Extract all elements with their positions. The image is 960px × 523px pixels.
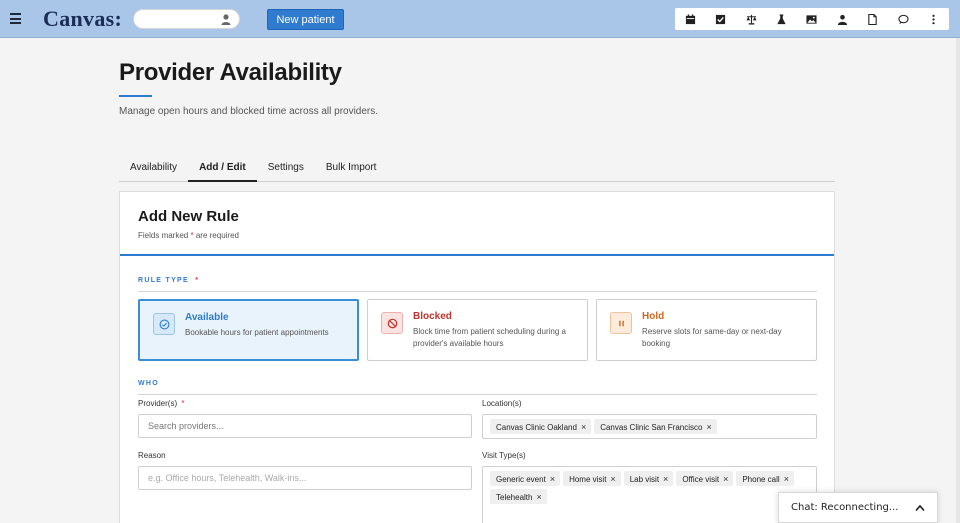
pause-icon (610, 312, 632, 334)
chip-label: Telehealth (496, 492, 533, 502)
required-asterisk: * (190, 231, 194, 240)
image-icon[interactable] (797, 8, 827, 30)
chevron-up-icon[interactable] (915, 504, 925, 512)
rule-type-label: RULE TYPE * (138, 277, 199, 284)
section-divider (138, 291, 817, 292)
scales-icon[interactable] (736, 8, 766, 30)
person-icon[interactable] (827, 8, 857, 30)
visit-type-chip: Office visit × (676, 471, 734, 486)
rule-type-description: Bookable hours for patient appointments (185, 328, 329, 337)
check-circle-icon (153, 313, 175, 335)
remove-chip-icon[interactable]: × (610, 474, 615, 484)
chat-status-label: Chat: Reconnecting... (791, 502, 899, 513)
locations-label: Location(s) (482, 399, 522, 408)
required-asterisk: * (195, 277, 200, 284)
reason-label: Reason (138, 451, 166, 460)
remove-chip-icon[interactable]: × (536, 492, 541, 502)
chip-label: Generic event (496, 474, 546, 484)
flask-icon[interactable] (766, 8, 796, 30)
rule-type-description: Block time from patient scheduling durin… (413, 327, 566, 348)
hamburger-menu-icon[interactable] (10, 13, 21, 24)
rule-type-label-text: RULE TYPE (138, 277, 189, 284)
header-divider (120, 254, 834, 256)
providers-label-text: Provider(s) (138, 399, 178, 408)
tab-settings[interactable]: Settings (257, 160, 315, 182)
location-chip: Canvas Clinic Oakland × (490, 419, 592, 434)
required-note: Fields marked * are required (138, 231, 239, 240)
blocked-icon (381, 312, 403, 334)
tab-availability[interactable]: Availability (119, 160, 188, 182)
section-divider (138, 394, 817, 395)
tab-bar: Availability Add / Edit Settings Bulk Im… (119, 160, 835, 182)
remove-chip-icon[interactable]: × (706, 422, 711, 432)
checkbox-icon[interactable] (705, 8, 735, 30)
chat-bubble-icon[interactable] (888, 8, 918, 30)
location-chip: Canvas Clinic San Francisco × (594, 419, 717, 434)
chat-widget[interactable]: Chat: Reconnecting... (778, 492, 938, 523)
patient-search-input[interactable] (133, 9, 240, 29)
add-rule-panel: Add New Rule Fields marked * are require… (119, 191, 835, 523)
chip-label: Office visit (682, 474, 720, 484)
providers-label: Provider(s) * (138, 399, 184, 408)
rule-type-description: Reserve slots for same-day or next-day b… (642, 327, 782, 348)
reason-input[interactable] (138, 466, 472, 490)
new-patient-button[interactable]: New patient (267, 9, 344, 30)
visit-type-chip: Lab visit × (623, 471, 674, 486)
required-note-prefix: Fields marked (138, 231, 189, 240)
providers-search-input[interactable] (138, 414, 472, 438)
rule-type-title: Hold (642, 311, 665, 322)
more-vertical-icon[interactable] (919, 8, 949, 30)
required-note-suffix: are required (195, 231, 239, 240)
visit-type-chip: Generic event × (490, 471, 561, 486)
tab-add-edit[interactable]: Add / Edit (188, 160, 257, 182)
person-icon (221, 14, 231, 25)
rule-type-blocked[interactable]: Blocked Block time from patient scheduli… (367, 299, 588, 361)
chip-label: Canvas Clinic San Francisco (600, 422, 703, 432)
app-logo[interactable]: Canvas: (43, 6, 122, 32)
remove-chip-icon[interactable]: × (550, 474, 555, 484)
page-subtitle: Manage open hours and blocked time acros… (119, 106, 379, 117)
visit-types-label: Visit Type(s) (482, 451, 526, 460)
locations-select[interactable]: Canvas Clinic Oakland × Canvas Clinic Sa… (482, 414, 817, 439)
chip-label: Canvas Clinic Oakland (496, 422, 577, 432)
remove-chip-icon[interactable]: × (663, 474, 668, 484)
remove-chip-icon[interactable]: × (784, 474, 789, 484)
remove-chip-icon[interactable]: × (723, 474, 728, 484)
chip-label: Lab visit (629, 474, 660, 484)
tab-bulk-import[interactable]: Bulk Import (315, 160, 388, 182)
who-label: WHO (138, 380, 160, 387)
visit-types-select[interactable]: Generic event × Home visit × Lab visit × Of… (482, 466, 817, 523)
rule-type-available[interactable]: Available Bookable hours for patient app… (138, 299, 359, 361)
rule-type-title: Blocked (413, 311, 452, 322)
rule-type-title: Available (185, 312, 229, 323)
required-asterisk: * (181, 399, 185, 408)
rule-type-hold[interactable]: Hold Reserve slots for same-day or next-… (596, 299, 817, 361)
chip-label: Phone call (742, 474, 780, 484)
page-title: Provider Availability (119, 59, 342, 86)
visit-type-chip: Telehealth × (490, 489, 547, 504)
title-underline (119, 95, 152, 97)
remove-chip-icon[interactable]: × (581, 422, 586, 432)
chip-label: Home visit (569, 474, 607, 484)
visit-type-chip: Phone call × (736, 471, 794, 486)
visit-type-chip: Home visit × (563, 471, 621, 486)
calendar-icon[interactable] (675, 8, 705, 30)
document-icon[interactable] (858, 8, 888, 30)
toolbar (675, 8, 949, 30)
scrollbar[interactable] (956, 38, 960, 523)
form-title: Add New Rule (138, 208, 239, 225)
top-bar: Canvas: New patient (0, 0, 960, 38)
